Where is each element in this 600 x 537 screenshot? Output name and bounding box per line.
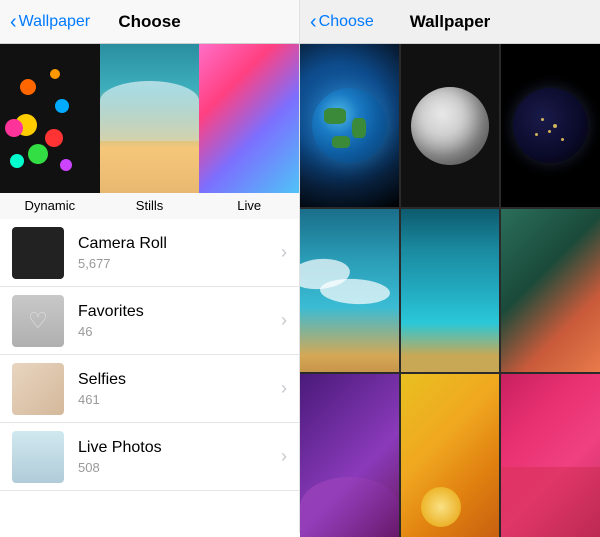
wallpaper-earth[interactable] [300,44,399,207]
category-row: Dynamic Stills Live [0,44,299,219]
earth-sphere [312,88,387,163]
dynamic-thumbnail [0,44,100,193]
camera-roll-thumbnail [12,227,64,279]
heart-icon: ♡ [28,308,48,334]
category-dynamic[interactable]: Dynamic [0,44,100,219]
photo-library-list: Camera Roll 5,677 › ♡ Favorites 46 › [0,219,299,533]
wallpaper-abstract-floral[interactable] [501,209,600,372]
earth-land-3 [332,136,350,148]
dot-blue [55,99,69,113]
earth-land-2 [352,118,366,138]
camera-roll-chevron-icon: › [281,242,287,263]
selfies-thumb-bg [12,363,64,415]
selfies-chevron-icon: › [281,378,287,399]
wallpaper-night-earth[interactable] [501,44,600,207]
live-thumb-bg [199,44,299,193]
camera-roll-count: 5,677 [78,256,273,271]
live-photos-info: Live Photos 508 [78,439,273,475]
left-nav-title: Choose [118,12,180,32]
dot-green [28,144,48,164]
favorites-thumb-bg: ♡ [12,295,64,347]
moon-sphere [411,87,489,165]
right-back-label: Choose [319,13,374,31]
right-nav-bar: ‹ Choose Wallpaper [300,0,600,44]
right-panel: ‹ Choose Wallpaper [300,0,600,533]
category-live[interactable]: Live [199,44,299,219]
city-light-5 [548,130,551,133]
wallpaper-purple-gradient[interactable] [300,374,399,537]
wallpaper-pink-floral[interactable] [501,374,600,537]
earth-land-1 [324,108,346,124]
stills-thumbnail [100,44,200,193]
wallpaper-wave-beach[interactable] [300,209,399,372]
dynamic-thumb-bg [0,44,100,193]
live-photos-chevron-icon: › [281,446,287,467]
live-label: Live [237,193,261,219]
right-nav-title: Wallpaper [410,12,491,32]
list-item-favorites[interactable]: ♡ Favorites 46 › [0,287,299,355]
right-back-button[interactable]: ‹ Choose [310,12,374,32]
left-chevron-icon: ‹ [10,12,17,32]
dot-orange [20,79,36,95]
city-light-2 [553,124,557,128]
live-thumbnail [199,44,299,193]
wallpaper-moon[interactable] [401,44,500,207]
stills-thumb-bg [100,44,200,193]
live-photos-title: Live Photos [78,439,273,457]
favorites-title: Favorites [78,303,273,321]
left-back-button[interactable]: ‹ Wallpaper [10,12,90,32]
right-chevron-icon: ‹ [310,12,317,32]
dot-amber [50,69,60,79]
dot-red [45,129,63,147]
dynamic-label: Dynamic [25,193,76,219]
left-panel: ‹ Wallpaper Choose [0,0,300,533]
yellow-flower-center [421,487,461,527]
camera-roll-title: Camera Roll [78,235,273,253]
pink-floral-overlay [501,467,600,537]
live-photos-thumbnail [12,431,64,483]
dot-cyan [10,154,24,168]
city-light-1 [541,118,544,121]
list-item-selfies[interactable]: Selfies 461 › [0,355,299,423]
wave-foam-2 [319,277,390,306]
wallpaper-yellow-flowers[interactable] [401,374,500,537]
live-photos-thumb-bg [12,431,64,483]
selfies-count: 461 [78,392,273,407]
selfies-thumbnail [12,363,64,415]
category-stills[interactable]: Stills [100,44,200,219]
purple-petal-hint [300,477,399,537]
camera-roll-info: Camera Roll 5,677 [78,235,273,271]
list-item-live-photos[interactable]: Live Photos 508 › [0,423,299,491]
wallpaper-teal-ocean[interactable] [401,209,500,372]
camera-thumb-bg [12,227,64,279]
favorites-count: 46 [78,324,273,339]
left-nav-bar: ‹ Wallpaper Choose [0,0,299,44]
night-earth-sphere [513,88,588,163]
left-back-label: Wallpaper [19,13,90,31]
stills-label: Stills [136,193,163,219]
live-photos-count: 508 [78,460,273,475]
dot-purple [60,159,72,171]
favorites-thumbnail: ♡ [12,295,64,347]
selfies-title: Selfies [78,371,273,389]
selfies-info: Selfies 461 [78,371,273,407]
city-light-3 [535,133,538,136]
city-light-4 [561,138,564,141]
favorites-chevron-icon: › [281,310,287,331]
wallpaper-grid [300,44,600,537]
list-item-camera-roll[interactable]: Camera Roll 5,677 › [0,219,299,287]
dot-pink [5,119,23,137]
favorites-info: Favorites 46 [78,303,273,339]
wave-overlay [100,81,200,141]
